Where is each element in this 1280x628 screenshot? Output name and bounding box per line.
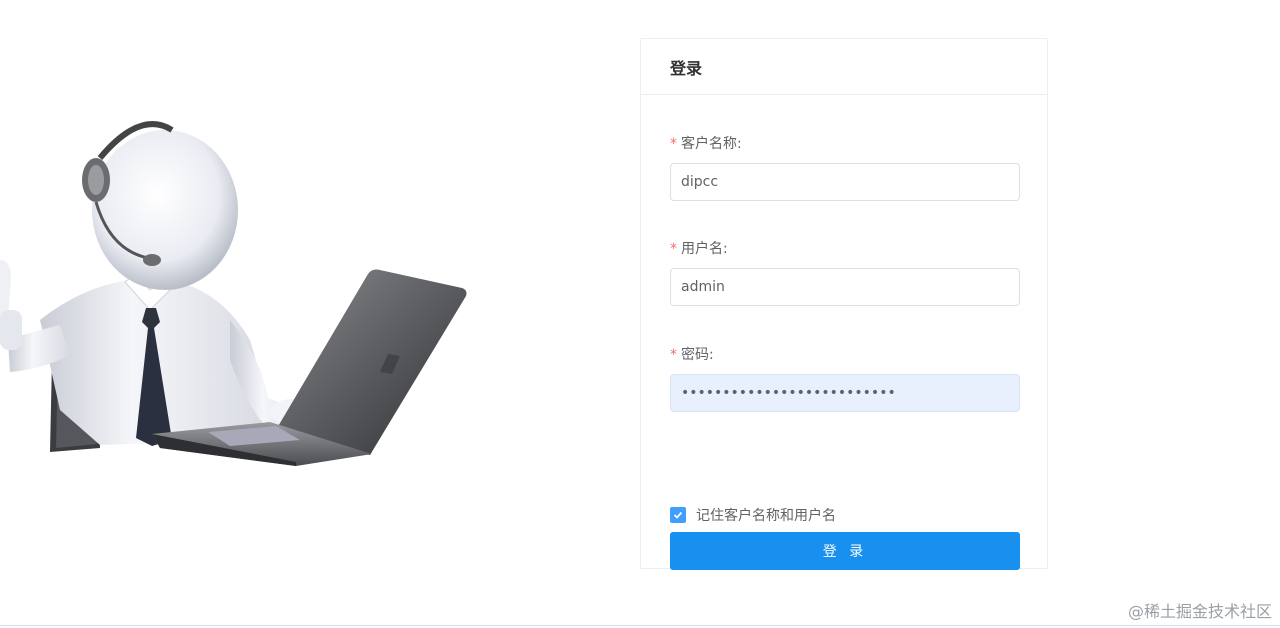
customer-name-input[interactable]: [670, 163, 1020, 201]
username-field: * 用户名:: [670, 239, 1020, 306]
login-button[interactable]: 登 录: [670, 532, 1020, 570]
checkmark-icon: [673, 511, 683, 519]
login-card: 登录 *客户名称: *用户名: *密码:: [640, 38, 1048, 570]
username-input[interactable]: [670, 268, 1020, 306]
support-agent-illustration: [0, 121, 467, 466]
password-input[interactable]: [670, 374, 1020, 412]
customer-name-field: * 客户名称:: [670, 134, 1020, 201]
required-mark: *: [670, 136, 677, 152]
password-field: * 密码:: [670, 345, 1020, 412]
required-mark: *: [670, 347, 677, 363]
remember-me[interactable]: 记住客户名称和用户名: [670, 505, 836, 525]
login-page: 登录 *客户名称: *用户名: *密码:: [0, 0, 1280, 628]
remember-checkbox[interactable]: [670, 507, 686, 523]
required-mark: *: [670, 241, 677, 257]
divider: [0, 625, 1280, 626]
remember-label: 记住客户名称和用户名: [696, 508, 836, 524]
username-label: * 用户名:: [670, 241, 728, 257]
password-label: * 密码:: [670, 347, 714, 363]
customer-name-label: * 客户名称:: [670, 136, 742, 152]
watermark: @稀土掘金技术社区: [1127, 602, 1272, 621]
login-card-header: 登录: [641, 39, 1047, 95]
login-title: 登录: [670, 58, 703, 78]
